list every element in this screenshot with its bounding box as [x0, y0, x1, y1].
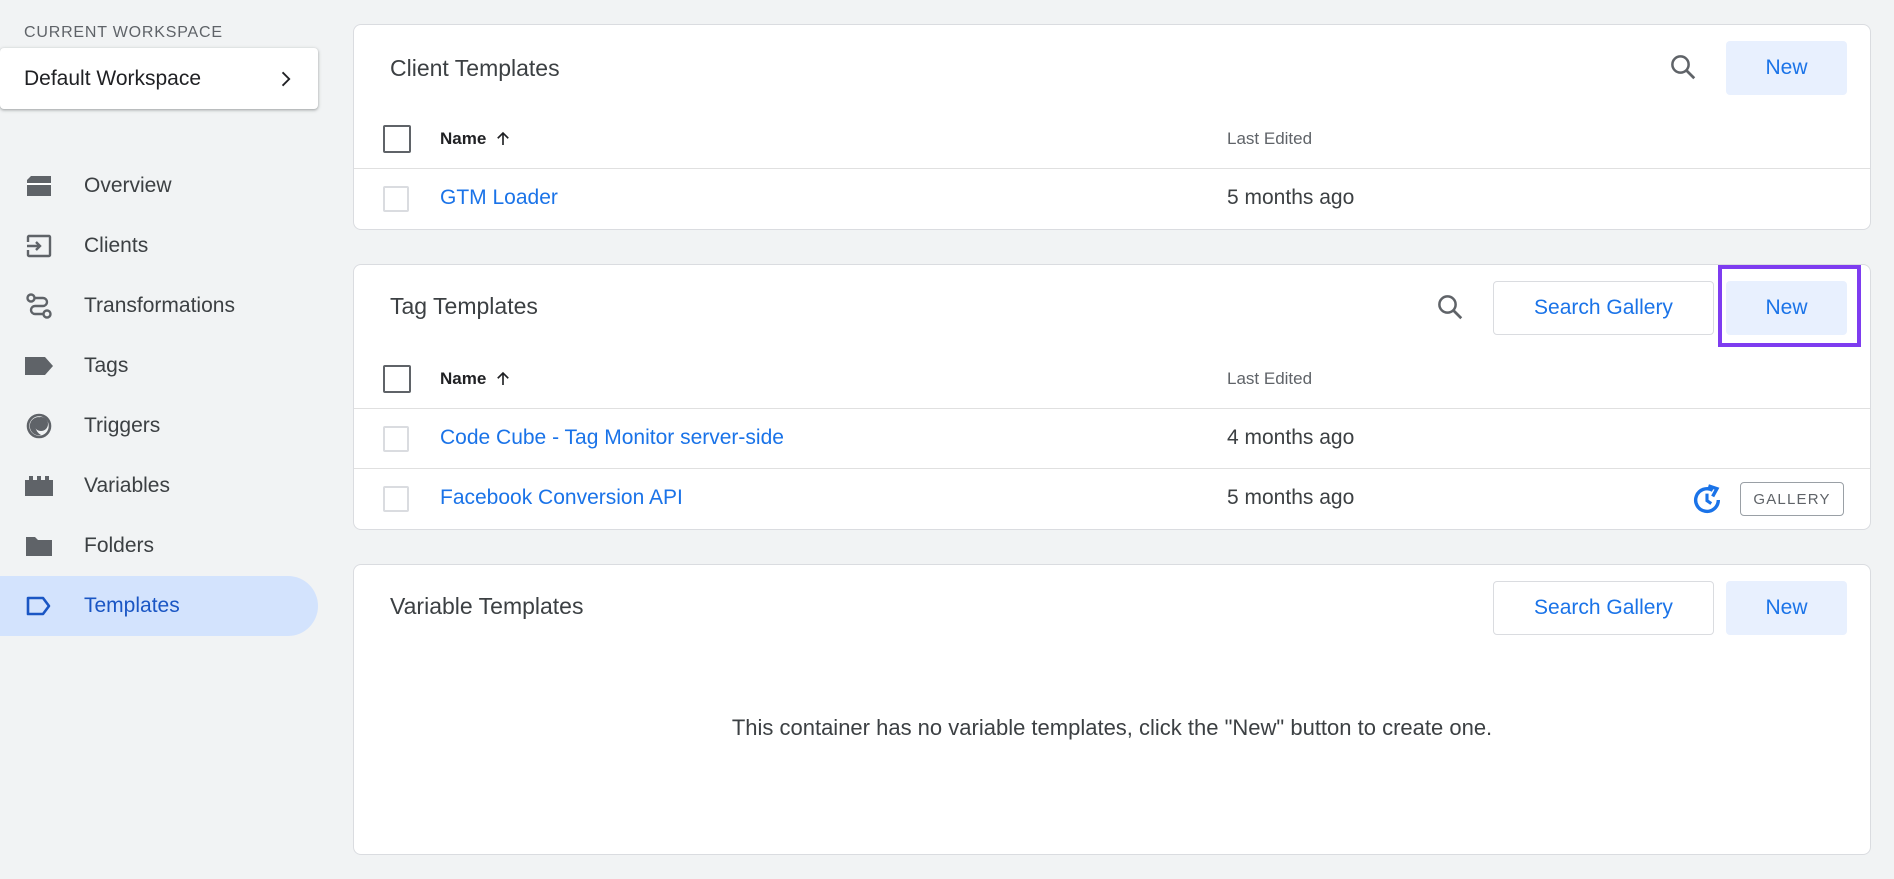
table-row: GTM Loader 5 months ago [354, 169, 1870, 229]
search-gallery-button[interactable]: Search Gallery [1493, 581, 1714, 635]
sidebar-item-overview[interactable]: Overview [0, 156, 318, 216]
client-templates-panel: Client Templates New Name Last Edited GT… [353, 24, 1871, 230]
clients-icon [24, 231, 54, 261]
sidebar-item-label: Tags [84, 354, 129, 377]
search-icon [1438, 295, 1463, 320]
new-tag-template-button[interactable]: New [1726, 281, 1847, 335]
template-name-link[interactable]: GTM Loader [440, 186, 558, 210]
sidebar-item-label: Variables [84, 474, 170, 497]
workspace-label: CURRENT WORKSPACE [24, 24, 223, 41]
sidebar-item-label: Transformations [84, 294, 235, 317]
row-checkbox[interactable] [383, 426, 409, 452]
column-label: Name [440, 369, 487, 388]
last-edited-column-header: Last Edited [1227, 129, 1313, 148]
select-all-checkbox[interactable] [383, 365, 411, 393]
last-edited-column-header: Last Edited [1227, 369, 1313, 388]
table-header: Name Last Edited [354, 109, 1870, 169]
last-edited-value: 4 months ago [1227, 426, 1355, 449]
search-gallery-button[interactable]: Search Gallery [1493, 281, 1714, 335]
variable-templates-panel: Variable Templates Search Gallery New Th… [353, 564, 1871, 855]
last-edited-value: 5 months ago [1227, 486, 1355, 509]
sidebar-item-tags[interactable]: Tags [0, 336, 318, 396]
sidebar-item-transformations[interactable]: Transformations [0, 276, 318, 336]
sidebar-item-label: Triggers [84, 414, 161, 437]
variables-icon [24, 471, 54, 501]
sidebar-item-clients[interactable]: Clients [0, 216, 318, 276]
sidebar-item-triggers[interactable]: Triggers [0, 396, 318, 456]
sort-ascending-icon [497, 131, 510, 145]
sidebar-item-label: Overview [84, 174, 172, 197]
sidebar-item-label: Folders [84, 534, 155, 557]
sidebar-item-folders[interactable]: Folders [0, 516, 318, 576]
table-row: Code Cube - Tag Monitor server-side 4 mo… [354, 409, 1870, 469]
row-checkbox[interactable] [383, 186, 409, 212]
tag-icon [24, 351, 54, 381]
template-name-link[interactable]: Facebook Conversion API [440, 486, 683, 510]
transformations-icon [24, 291, 54, 321]
panel-title: Variable Templates [390, 593, 584, 619]
name-column-header[interactable]: Name [440, 369, 512, 389]
name-column-header[interactable]: Name [440, 129, 512, 149]
search-button[interactable] [1430, 287, 1470, 327]
new-client-template-button[interactable]: New [1726, 41, 1847, 95]
folder-icon [24, 531, 54, 561]
gallery-badge: GALLERY [1740, 482, 1844, 516]
overview-icon [24, 171, 54, 201]
table-row: Facebook Conversion API 5 months ago GAL… [354, 469, 1870, 529]
sidebar-nav: Overview Clients Transformations Tags Tr… [0, 156, 318, 636]
workspace-selector[interactable]: Default Workspace [0, 48, 318, 109]
column-label: Name [440, 129, 487, 148]
trigger-icon [24, 411, 54, 441]
new-variable-template-button[interactable]: New [1726, 581, 1847, 635]
workspace-name: Default Workspace [24, 66, 202, 90]
chevron-right-icon [281, 71, 291, 86]
update-available-icon[interactable] [1690, 483, 1724, 517]
sidebar-item-templates[interactable]: Templates [0, 576, 318, 636]
tag-templates-panel: Tag Templates Search Gallery New Name La… [353, 264, 1871, 530]
template-icon [24, 591, 54, 621]
search-button[interactable] [1663, 47, 1703, 87]
search-icon [1671, 55, 1696, 80]
sidebar: CURRENT WORKSPACE Default Workspace Over… [0, 0, 330, 879]
sidebar-item-variables[interactable]: Variables [0, 456, 318, 516]
select-all-checkbox[interactable] [383, 125, 411, 153]
template-name-link[interactable]: Code Cube - Tag Monitor server-side [440, 426, 784, 450]
last-edited-value: 5 months ago [1227, 186, 1355, 209]
empty-state-message: This container has no variable templates… [731, 715, 1493, 740]
table-header: Name Last Edited [354, 349, 1870, 409]
panel-title: Tag Templates [390, 293, 538, 319]
panel-title: Client Templates [390, 55, 560, 81]
sort-ascending-icon [497, 371, 510, 385]
sidebar-item-label: Clients [84, 234, 149, 257]
sidebar-item-label: Templates [84, 594, 180, 617]
row-checkbox[interactable] [383, 486, 409, 512]
